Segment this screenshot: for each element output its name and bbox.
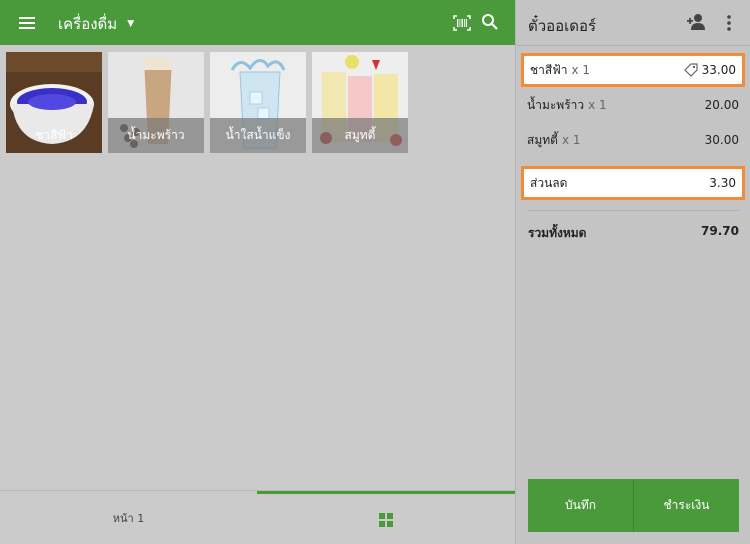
- item-amount: 20.00: [704, 98, 739, 112]
- category-label: เครื่องดื่ม: [58, 15, 118, 33]
- discount-amount: 3.30: [709, 176, 736, 190]
- product-tile-smoothie[interactable]: สมูทตี้: [312, 52, 408, 153]
- product-tile-blue-tea[interactable]: ชาสีฟ้า: [6, 52, 102, 153]
- ticket-item-smoothie[interactable]: สมูทตี้ x 1 30.00: [521, 123, 745, 157]
- menu-icon[interactable]: [17, 13, 37, 33]
- total-divider: [528, 210, 739, 211]
- item-amount: 33.00: [701, 63, 736, 77]
- search-icon[interactable]: [481, 13, 499, 31]
- grid-icon: [379, 513, 393, 527]
- item-name: สมูทตี้: [527, 132, 558, 147]
- product-label: สมูทตี้: [312, 118, 408, 153]
- tag-icon: [683, 63, 698, 77]
- caret-down-icon: ▼: [127, 19, 135, 29]
- products-panel: เครื่องดื่ม ▼ ชาสีฟ้า น้ำมะพร้าว น้ำใสน้…: [0, 0, 515, 544]
- page-label: หน้า 1: [112, 512, 145, 525]
- category-dropdown[interactable]: เครื่องดื่ม ▼: [58, 12, 134, 36]
- bottom-bar: หน้า 1: [0, 490, 515, 544]
- ticket-title: ตั๋วออเดอร์: [528, 17, 597, 35]
- total-label: รวมทั้งหมด: [528, 226, 587, 240]
- product-label: ชาสีฟ้า: [35, 128, 73, 142]
- total-row: รวมทั้งหมด 79.70: [528, 224, 739, 243]
- item-qty: x 1: [588, 98, 607, 112]
- ticket-item-coconut[interactable]: น้ำมะพร้าว x 1 20.00: [521, 88, 745, 122]
- item-qty: x 1: [571, 63, 591, 77]
- discount-row[interactable]: ส่วนลด 3.30: [521, 166, 745, 200]
- product-label: น้ำใสน้ำแข็ง: [210, 118, 306, 153]
- item-amount-wrap: 33.00: [683, 63, 736, 77]
- ticket-panel: ตั๋วออเดอร์ ชาสีฟ้า x 1 33.00 น้ำมะพร้าว…: [515, 0, 750, 544]
- product-tile-water[interactable]: น้ำใสน้ำแข็ง: [210, 52, 306, 153]
- charge-button[interactable]: ชำระเงิน: [633, 479, 739, 532]
- ticket-item-blue-tea[interactable]: ชาสีฟ้า x 1 33.00: [521, 53, 745, 87]
- tab-grid[interactable]: [257, 491, 515, 544]
- product-label: น้ำมะพร้าว: [108, 118, 204, 153]
- top-bar: เครื่องดื่ม ▼: [0, 0, 515, 45]
- ticket-actions: บันทึก ชำระเงิน: [528, 479, 739, 532]
- item-name: ชาสีฟ้า: [530, 62, 568, 77]
- barcode-scan-icon[interactable]: [452, 13, 472, 33]
- divider: [516, 45, 750, 46]
- add-customer-icon[interactable]: [686, 13, 706, 31]
- save-button[interactable]: บันทึก: [528, 479, 633, 532]
- tab-page-1[interactable]: หน้า 1: [0, 491, 257, 544]
- item-amount: 30.00: [704, 133, 739, 147]
- discount-label: ส่วนลด: [530, 175, 568, 190]
- more-options-icon[interactable]: [724, 14, 734, 32]
- product-tile-coconut[interactable]: น้ำมะพร้าว: [108, 52, 204, 153]
- item-name: น้ำมะพร้าว: [527, 97, 585, 112]
- total-amount: 79.70: [701, 224, 739, 238]
- item-qty: x 1: [561, 133, 581, 147]
